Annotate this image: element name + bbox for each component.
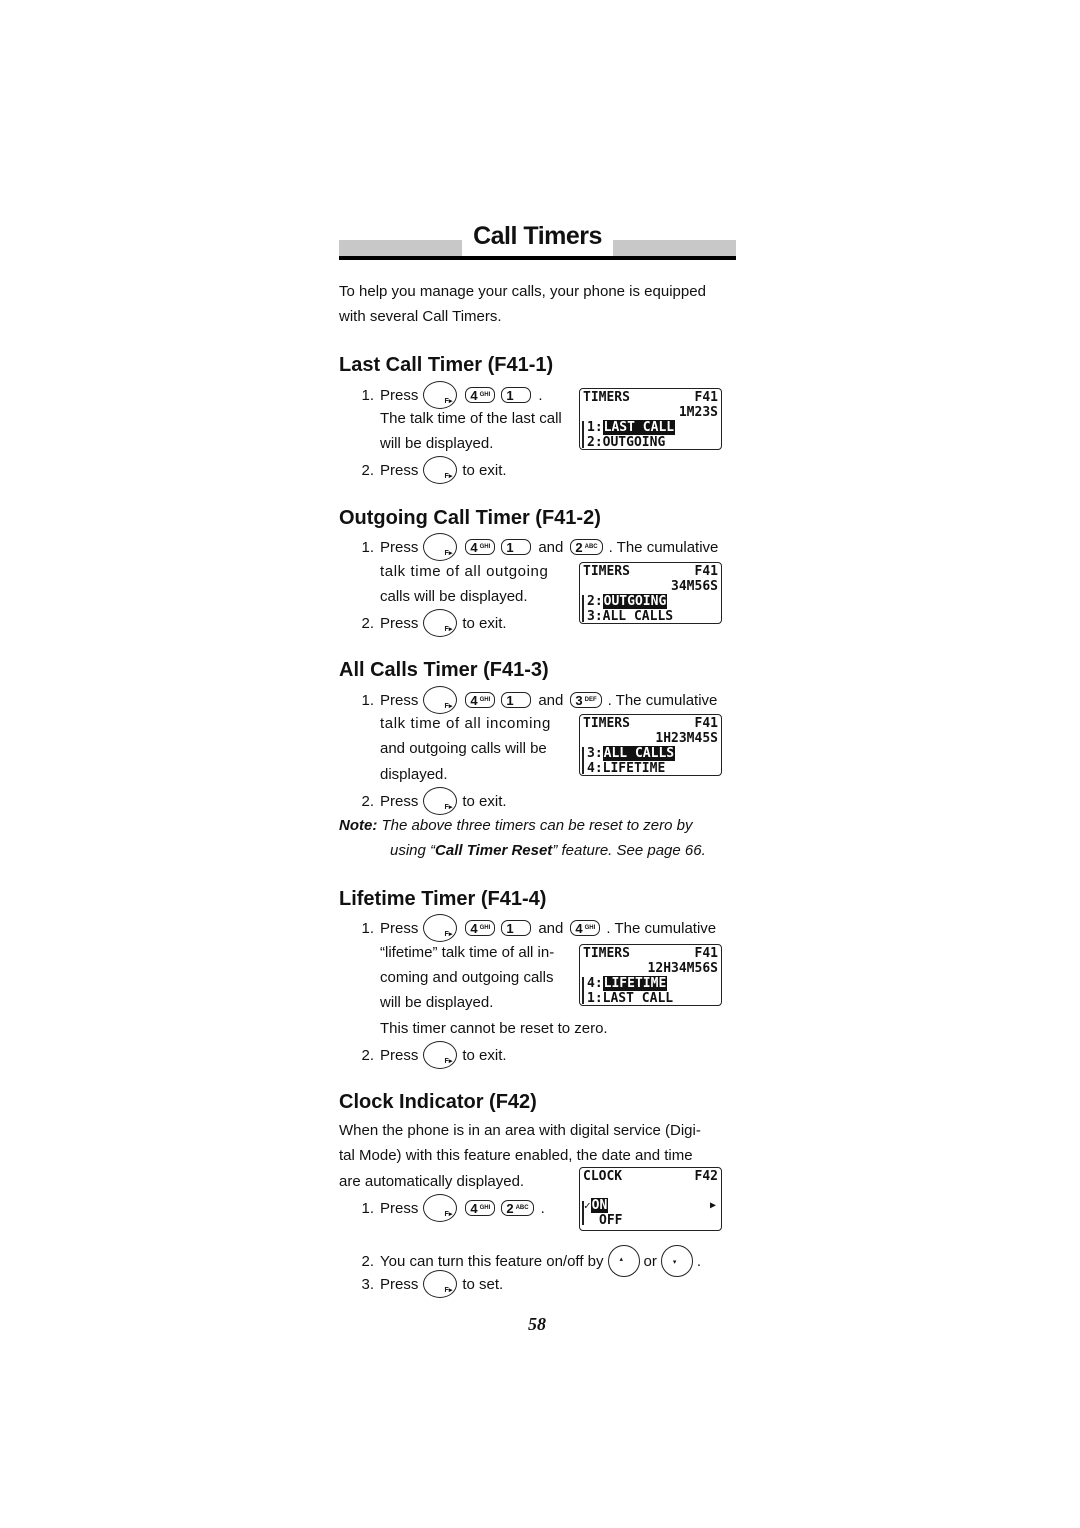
arrow-right-icon: ▶ [709,1200,716,1211]
function-key-icon: F▸ [423,1270,458,1298]
step-text: coming and outgoing calls [380,969,554,986]
function-key-icon: F▸ [423,1041,458,1069]
page-title: Call Timers [473,222,602,250]
function-key-icon: F▸ [423,609,458,637]
section-heading-clock: Clock Indicator (F42) [339,1091,537,1113]
lcd-screen-all-calls: TIMERS F41 1H23M45S 3:ALL CALLS 4:LIFETIM… [579,714,722,776]
intro-line-1: To help you manage your calls, your phon… [339,283,706,300]
section-heading-outgoing: Outgoing Call Timer (F41-2) [339,507,601,529]
note-line-1: Note: The above three timers can be rese… [339,817,693,834]
down-key-icon: ▾ [660,1245,693,1277]
note-line-2: using “Call Timer Reset” feature. See pa… [390,842,706,859]
page-number: 58 [528,1314,546,1334]
key-1-icon: 1 [501,387,532,403]
key-1-icon: 1 [501,920,532,936]
clock-text-2: tal Mode) with this feature enabled, the… [339,1147,693,1164]
step-2: 2. Press F▸ to exit. [356,1041,507,1069]
step-1: 1. Press F▸ 4 GHI 2 ABC . [356,1194,545,1222]
key-1-icon: 1 [501,539,532,555]
key-4-icon: 4 GHI [465,920,496,936]
step-text: and outgoing calls will be [380,740,547,757]
step-text: calls will be displayed. [380,588,528,605]
up-key-icon: ▴ [607,1245,640,1277]
clock-text-3: are automatically displayed. [339,1173,525,1190]
function-key-icon: F▸ [423,686,458,714]
step-text: will be displayed. [380,994,494,1011]
lcd-screen-outgoing: TIMERS F41 34M56S 2:OUTGOING 3:ALL CALLS [579,562,722,624]
clock-text-1: When the phone is in an area with digita… [339,1122,701,1139]
step-text: displayed. [380,766,448,783]
lcd-screen-clock: CLOCK F42 ✓ON ▶ OFF [579,1167,722,1231]
step-text: will be displayed. [380,435,494,452]
press-label: Press [380,386,419,404]
intro-line-2: with several Call Timers. [339,308,502,325]
step-3: 3. Press F▸ to set. [356,1270,503,1298]
key-4-icon: 4 GHI [465,1200,496,1216]
section-heading-last-call: Last Call Timer (F41-1) [339,354,554,376]
function-key-icon: F▸ [423,381,458,409]
title-rule [339,256,736,260]
note-label: Note: [339,817,378,834]
key-1-icon: 1 [501,692,532,708]
step-1: 1. Press F▸ 4 GHI 1 . [356,381,543,409]
function-key-icon: F▸ [423,914,458,942]
step-text: This timer cannot be reset to zero. [380,1020,608,1037]
step-1: 1. Press F▸ 4 GHI 1 and 4 GHI . The cumulat… [356,914,716,942]
section-heading-lifetime: Lifetime Timer (F41-4) [339,888,547,910]
function-key-icon: F▸ [423,456,458,484]
step-2: 2. Press F▸ to exit. [356,609,507,637]
lcd-screen-last-call: TIMERS F41 1M23S 1:LAST CALL 2:OUTGOING [579,388,722,450]
key-3-icon: 3 DEF [570,692,602,708]
function-key-icon: F▸ [423,787,458,815]
step-2: 2. Press F▸ to exit. [356,456,507,484]
step-2: 2. Press F▸ to exit. [356,787,507,815]
step-text: “lifetime” talk time of all in- [380,944,555,961]
step-text: The talk time of the last call [380,410,562,427]
step-text: talk time of all outgoing [380,563,549,580]
step-1: 1. Press F▸ 4 GHI 1 and 2 ABC . The cumulat… [356,533,718,561]
section-heading-all-calls: All Calls Timer (F41-3) [339,659,549,681]
step-1: 1. Press F▸ 4 GHI 1 and 3 DEF . The cumulat… [356,686,717,714]
function-key-icon: F▸ [423,1194,458,1222]
key-4-icon: 4 GHI [465,692,496,708]
key-4-icon: 4 GHI [570,920,601,936]
step-text: talk time of all incoming [380,715,551,732]
page-title-banner: Call Timers [339,222,736,262]
lcd-screen-lifetime: TIMERS F41 12H34M56S 4:LIFETIME 1:LAST CA… [579,944,722,1006]
key-2-icon: 2 ABC [570,539,603,555]
key-2-icon: 2 ABC [501,1200,534,1216]
function-key-icon: F▸ [423,533,458,561]
check-icon: ✓ [584,1199,591,1212]
key-4-icon: 4 GHI [465,539,496,555]
key-4-icon: 4 GHI [465,387,496,403]
